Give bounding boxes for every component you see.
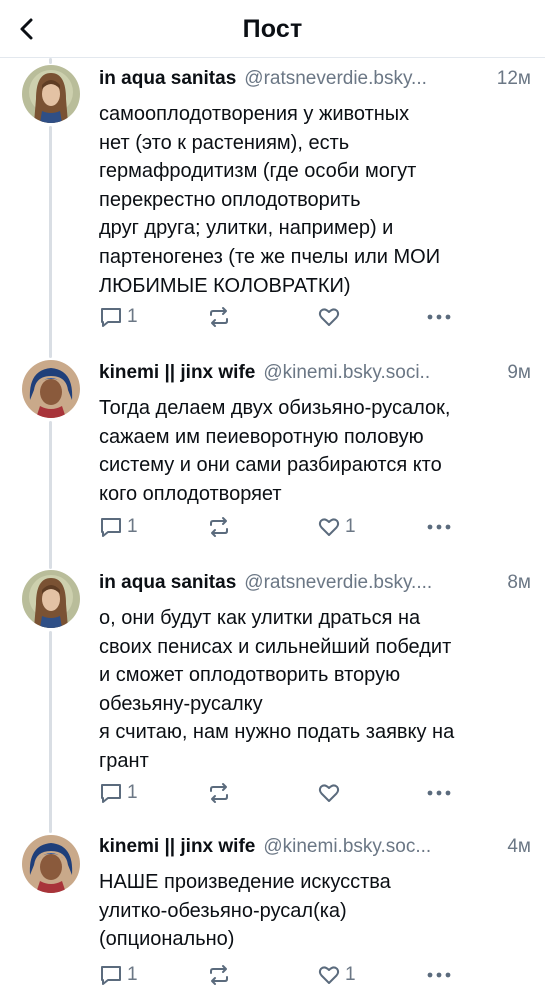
text-line: ЛЮБИМЫЕ КОЛОВРАТКИ) <box>99 274 351 297</box>
post-actions: 1 <box>99 780 459 806</box>
top-bar: Пост <box>0 0 545 58</box>
repost-icon <box>210 783 228 803</box>
more-options-button[interactable] <box>426 780 452 806</box>
more-dots-icon <box>427 524 451 530</box>
post-text: самооплодотворения у животных нет (это к… <box>99 100 531 300</box>
author-handle[interactable]: @kinemi.bsky.soci.. <box>263 362 501 384</box>
more-options-button[interactable] <box>426 514 452 540</box>
text-line: улитко-обезьяно-русал(ка) <box>99 899 347 922</box>
heart-icon <box>318 518 340 536</box>
author-handle[interactable]: @ratsneverdie.bsky... <box>244 68 491 90</box>
author-name[interactable]: kinemi || jinx wife <box>99 836 255 858</box>
reply-bubble-icon <box>101 308 121 327</box>
like-button[interactable]: 1 <box>317 514 356 540</box>
more-options-button[interactable] <box>426 304 452 330</box>
post-meta: kinemi || jinx wife @kinemi.bsky.soci.. … <box>99 362 531 388</box>
text-line: партеногенез (те же пчелы или МОИ <box>99 245 441 268</box>
reply-button[interactable]: 1 <box>99 780 138 806</box>
like-button[interactable]: 1 <box>317 962 356 988</box>
author-name[interactable]: kinemi || jinx wife <box>99 362 255 384</box>
author-name[interactable]: in aqua sanitas <box>99 572 236 594</box>
more-options-button[interactable] <box>426 962 452 988</box>
text-line: НАШЕ произведение искусства <box>99 871 391 893</box>
reply-bubble-icon <box>101 966 121 985</box>
text-line: о, они будут как улитки драться на <box>99 607 421 629</box>
reply-button[interactable]: 1 <box>99 962 138 988</box>
thread-line-2 <box>49 421 52 569</box>
reply-bubble-icon <box>101 518 121 537</box>
author-handle[interactable]: @ratsneverdie.bsky.... <box>244 572 501 594</box>
author-name[interactable]: in aqua sanitas <box>99 68 236 90</box>
post-actions: 1 1 <box>99 962 459 988</box>
reply-count: 1 <box>127 782 138 803</box>
repost-button[interactable] <box>206 514 236 540</box>
post-actions: 1 1 <box>99 514 459 540</box>
repost-icon <box>210 965 228 985</box>
reply-bubble-icon <box>101 784 121 803</box>
avatar[interactable] <box>22 360 80 418</box>
like-count: 1 <box>345 516 356 537</box>
text-line: (опционально) <box>99 928 235 951</box>
post-meta: kinemi || jinx wife @kinemi.bsky.soc... … <box>99 836 531 862</box>
text-line: самооплодотворения у животных <box>99 103 410 125</box>
post-time[interactable]: 4м <box>507 836 531 858</box>
text-line: я считаю, нам нужно подать заявку на <box>99 721 455 744</box>
text-line: своих пенисах и сильнейший победит <box>99 635 452 658</box>
post-meta: in aqua sanitas @ratsneverdie.bsky.... 8… <box>99 572 531 598</box>
like-button[interactable] <box>317 780 345 806</box>
post-text: о, они будут как улитки драться на своих… <box>99 604 531 776</box>
post-time[interactable]: 8м <box>507 572 531 594</box>
text-line: кого оплодотворяет <box>99 482 282 505</box>
reply-count: 1 <box>127 964 138 985</box>
text-line: нет (это к растениям), есть <box>99 131 350 154</box>
avatar-long-hair-man-icon <box>22 65 80 123</box>
repost-button[interactable] <box>206 304 236 330</box>
repost-icon <box>210 517 228 537</box>
more-dots-icon <box>427 314 451 320</box>
text-line: обезьяну-русалку <box>99 692 263 715</box>
repost-icon <box>210 307 228 327</box>
author-handle[interactable]: @kinemi.bsky.soc... <box>263 836 501 858</box>
avatar[interactable] <box>22 570 80 628</box>
post-time[interactable]: 9м <box>507 362 531 384</box>
thread-line-1 <box>49 126 52 358</box>
text-line: перекрестно оплодотворить <box>99 188 361 211</box>
post-text: НАШЕ произведение искусства улитко-обезь… <box>99 868 531 954</box>
reply-count: 1 <box>127 516 138 537</box>
reply-button[interactable]: 1 <box>99 304 138 330</box>
avatar-long-hair-man-icon <box>22 570 80 628</box>
avatar[interactable] <box>22 835 80 893</box>
page-title: Пост <box>242 15 303 43</box>
thread-line-3 <box>49 631 52 833</box>
text-line: и сможет оплодотворить вторую <box>99 664 401 687</box>
reply-count: 1 <box>127 306 138 327</box>
more-dots-icon <box>427 790 451 796</box>
text-line: грант <box>99 749 149 772</box>
more-dots-icon <box>427 972 451 978</box>
text-line: гермафродитизм (где особи могут <box>99 160 417 183</box>
post-time[interactable]: 12м <box>497 68 531 90</box>
avatar-blue-hair-character-icon <box>22 360 80 418</box>
text-line: систему и они сами разбираются кто <box>99 454 442 477</box>
avatar[interactable] <box>22 65 80 123</box>
reply-button[interactable]: 1 <box>99 514 138 540</box>
post-actions: 1 <box>99 304 459 330</box>
post-text: Тогда делаем двух обизьяно-русалок, сажа… <box>99 394 531 508</box>
repost-button[interactable] <box>206 780 236 806</box>
heart-icon <box>318 784 340 802</box>
avatar-blue-hair-character-icon <box>22 835 80 893</box>
heart-icon <box>318 308 340 326</box>
text-line: сажаем им пеиеворотную половую <box>99 425 424 448</box>
text-line: друг друга; улитки, например) и <box>99 217 394 240</box>
repost-button[interactable] <box>206 962 236 988</box>
thread-line-top <box>49 58 52 64</box>
like-count: 1 <box>345 964 356 985</box>
post-meta: in aqua sanitas @ratsneverdie.bsky... 12… <box>99 68 531 94</box>
heart-icon <box>318 966 340 984</box>
text-line: Тогда делаем двух обизьяно-русалок, <box>99 397 451 419</box>
like-button[interactable] <box>317 304 345 330</box>
